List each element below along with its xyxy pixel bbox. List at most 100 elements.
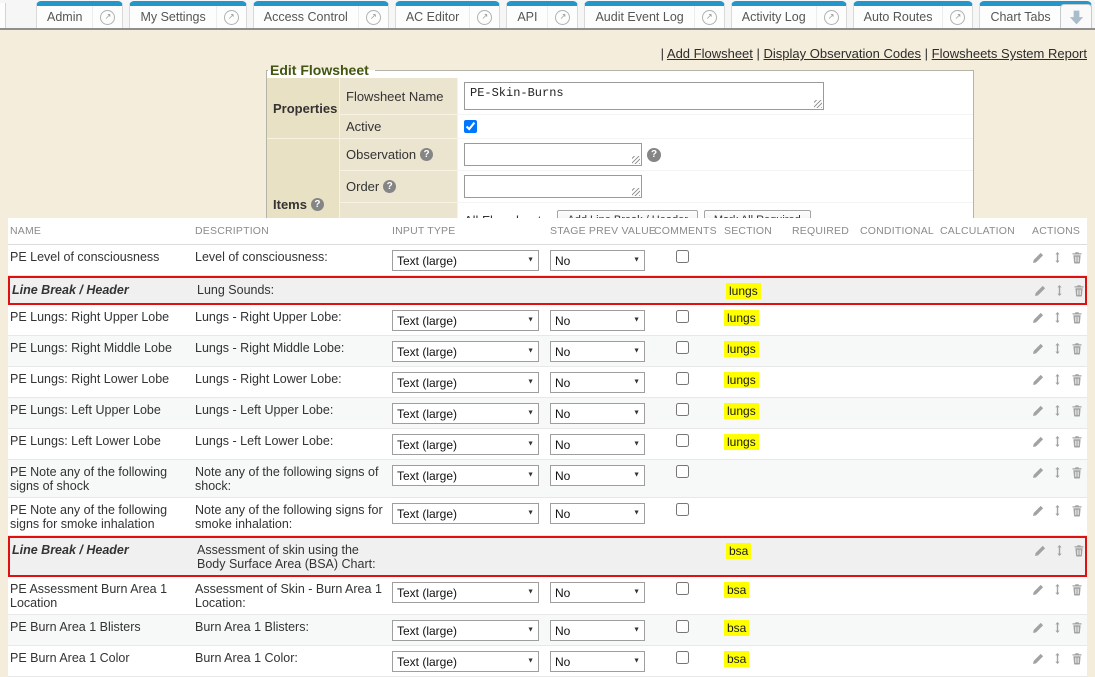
- pencil-icon[interactable]: [1032, 652, 1044, 665]
- trash-icon[interactable]: [1071, 435, 1083, 448]
- input-type-select[interactable]: Text (large): [392, 372, 539, 393]
- move-vertical-icon[interactable]: [1052, 504, 1063, 517]
- stage-prev-value-select[interactable]: No: [550, 582, 645, 603]
- pencil-icon[interactable]: [1032, 621, 1044, 634]
- pencil-icon[interactable]: [1034, 544, 1046, 557]
- trash-icon[interactable]: [1071, 311, 1083, 324]
- trash-icon[interactable]: [1071, 466, 1083, 479]
- stage-prev-value-select[interactable]: No: [550, 372, 645, 393]
- move-vertical-icon[interactable]: [1052, 583, 1063, 596]
- trash-icon[interactable]: [1073, 544, 1085, 557]
- comments-checkbox[interactable]: [676, 465, 689, 478]
- nav-tab-access-control[interactable]: Access Control↗: [253, 1, 389, 28]
- input-type-select[interactable]: Text (large): [392, 434, 539, 455]
- comments-checkbox[interactable]: [676, 250, 689, 263]
- pencil-icon[interactable]: [1032, 583, 1044, 596]
- input-type-select[interactable]: Text (large): [392, 503, 539, 524]
- tab-scroll-down-button[interactable]: [1060, 4, 1092, 30]
- input-type-select[interactable]: Text (large): [392, 620, 539, 641]
- input-type-select[interactable]: Text (large): [392, 403, 539, 424]
- nav-tab-admin[interactable]: Admin↗: [36, 1, 123, 28]
- pencil-icon[interactable]: [1032, 251, 1044, 264]
- move-vertical-icon[interactable]: [1052, 466, 1063, 479]
- move-vertical-icon[interactable]: [1052, 404, 1063, 417]
- open-new-window-icon[interactable]: ↗: [816, 6, 846, 28]
- stage-prev-value-select[interactable]: No: [550, 341, 645, 362]
- nav-tab-audit-event-log[interactable]: Audit Event Log↗: [584, 1, 724, 28]
- header-link-add-flowsheet[interactable]: Add Flowsheet: [667, 46, 753, 61]
- stage-prev-value-select[interactable]: No: [550, 651, 645, 672]
- open-new-window-icon[interactable]: ↗: [942, 6, 972, 28]
- stage-prev-value-select[interactable]: No: [550, 403, 645, 424]
- help-icon[interactable]: ?: [420, 148, 433, 161]
- stage-prev-value-select[interactable]: No: [550, 434, 645, 455]
- comments-checkbox[interactable]: [676, 341, 689, 354]
- comments-checkbox[interactable]: [676, 651, 689, 664]
- help-icon[interactable]: ?: [383, 180, 396, 193]
- open-new-window-icon[interactable]: ↗: [694, 6, 724, 28]
- nav-tab-api[interactable]: API↗: [506, 1, 578, 28]
- active-checkbox[interactable]: [464, 120, 477, 133]
- move-vertical-icon[interactable]: [1052, 435, 1063, 448]
- nav-tab-auto-routes[interactable]: Auto Routes↗: [853, 1, 974, 28]
- open-new-window-icon[interactable]: ↗: [547, 6, 577, 28]
- move-vertical-icon[interactable]: [1054, 544, 1065, 557]
- stage-prev-value-select[interactable]: No: [550, 620, 645, 641]
- input-type-select[interactable]: Text (large): [392, 651, 539, 672]
- trash-icon[interactable]: [1071, 504, 1083, 517]
- pencil-icon[interactable]: [1032, 373, 1044, 386]
- comments-checkbox[interactable]: [676, 372, 689, 385]
- open-new-window-icon[interactable]: ↗: [358, 6, 388, 28]
- nav-tab-my-settings[interactable]: My Settings↗: [129, 1, 246, 28]
- trash-icon[interactable]: [1071, 373, 1083, 386]
- trash-icon[interactable]: [1071, 404, 1083, 417]
- input-type-select[interactable]: Text (large): [392, 582, 539, 603]
- move-vertical-icon[interactable]: [1054, 284, 1065, 297]
- comments-checkbox[interactable]: [676, 582, 689, 595]
- input-type-select[interactable]: Text (large): [392, 310, 539, 331]
- open-new-window-icon[interactable]: ↗: [92, 6, 122, 28]
- comments-checkbox[interactable]: [676, 403, 689, 416]
- stage-prev-value-select[interactable]: No: [550, 465, 645, 486]
- stage-prev-value-select[interactable]: No: [550, 250, 645, 271]
- nav-tab-activity-log[interactable]: Activity Log↗: [731, 1, 847, 28]
- trash-icon[interactable]: [1071, 621, 1083, 634]
- input-type-select[interactable]: Text (large): [392, 250, 539, 271]
- move-vertical-icon[interactable]: [1052, 311, 1063, 324]
- open-new-window-icon[interactable]: ↗: [216, 6, 246, 28]
- input-type-select[interactable]: Text (large): [392, 465, 539, 486]
- pencil-icon[interactable]: [1032, 435, 1044, 448]
- flowsheet-name-input[interactable]: PE-Skin-Burns: [464, 82, 824, 110]
- pencil-icon[interactable]: [1032, 466, 1044, 479]
- order-input[interactable]: [464, 175, 642, 198]
- pencil-icon[interactable]: [1032, 504, 1044, 517]
- comments-checkbox[interactable]: [676, 620, 689, 633]
- comments-checkbox[interactable]: [676, 434, 689, 447]
- trash-icon[interactable]: [1071, 583, 1083, 596]
- move-vertical-icon[interactable]: [1052, 251, 1063, 264]
- open-new-window-icon[interactable]: ↗: [469, 6, 499, 28]
- help-icon[interactable]: ?: [311, 198, 324, 211]
- move-vertical-icon[interactable]: [1052, 342, 1063, 355]
- move-vertical-icon[interactable]: [1052, 652, 1063, 665]
- observation-input[interactable]: [464, 143, 642, 166]
- pencil-icon[interactable]: [1032, 404, 1044, 417]
- trash-icon[interactable]: [1071, 652, 1083, 665]
- input-type-select[interactable]: Text (large): [392, 341, 539, 362]
- header-link-flowsheets-system-report[interactable]: Flowsheets System Report: [932, 46, 1087, 61]
- pencil-icon[interactable]: [1032, 311, 1044, 324]
- trash-icon[interactable]: [1073, 284, 1085, 297]
- stage-prev-value-select[interactable]: No: [550, 503, 645, 524]
- help-icon[interactable]: ?: [647, 148, 661, 162]
- move-vertical-icon[interactable]: [1052, 621, 1063, 634]
- comments-checkbox[interactable]: [676, 503, 689, 516]
- move-vertical-icon[interactable]: [1052, 373, 1063, 386]
- comments-checkbox[interactable]: [676, 310, 689, 323]
- pencil-icon[interactable]: [1032, 342, 1044, 355]
- header-link-display-observation-codes[interactable]: Display Observation Codes: [764, 46, 922, 61]
- stage-prev-value-select[interactable]: No: [550, 310, 645, 331]
- trash-icon[interactable]: [1071, 251, 1083, 264]
- pencil-icon[interactable]: [1034, 284, 1046, 297]
- trash-icon[interactable]: [1071, 342, 1083, 355]
- nav-tab-ac-editor[interactable]: AC Editor↗: [395, 1, 501, 28]
